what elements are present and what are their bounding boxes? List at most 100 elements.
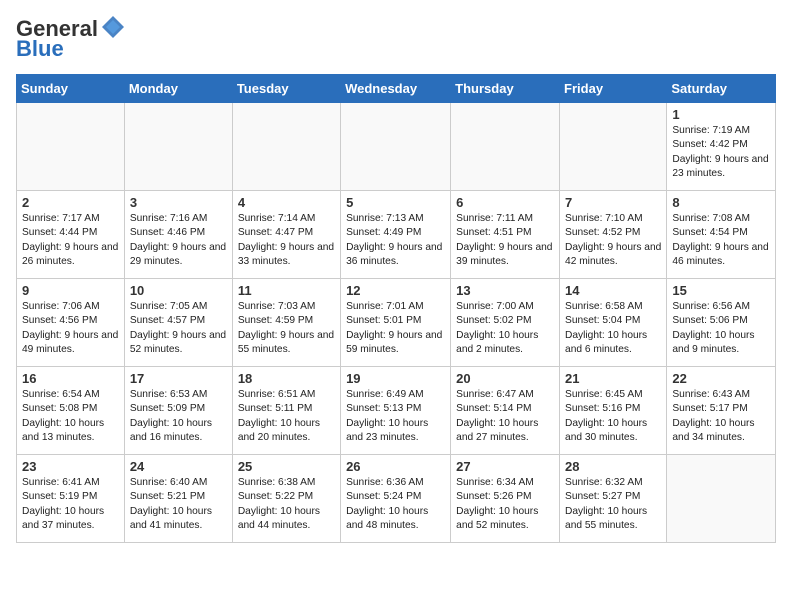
day-number: 20 — [456, 371, 554, 386]
col-header-saturday: Saturday — [667, 75, 776, 103]
day-info: Sunrise: 6:49 AM Sunset: 5:13 PM Dayligh… — [346, 388, 445, 445]
calendar-cell: 5Sunrise: 7:13 AM Sunset: 4:49 PM Daylig… — [341, 191, 451, 279]
day-info: Sunrise: 7:06 AM Sunset: 4:56 PM Dayligh… — [22, 300, 119, 357]
col-header-friday: Friday — [560, 75, 667, 103]
calendar-cell — [232, 103, 340, 191]
day-number: 17 — [130, 371, 227, 386]
day-info: Sunrise: 7:01 AM Sunset: 5:01 PM Dayligh… — [346, 300, 445, 357]
page-header: General Blue — [16, 16, 776, 62]
calendar-cell: 13 Sunrise: 7:00 AM Sunset: 5:02 PM Dayli… — [451, 279, 560, 367]
day-info: Sunrise: 7:08 AM Sunset: 4:54 PM Dayligh… — [672, 212, 770, 269]
day-info: Sunrise: 6:38 AM Sunset: 5:22 PM Dayligh… — [238, 476, 335, 533]
day-info: Sunrise: 7:17 AM Sunset: 4:44 PM Dayligh… — [22, 212, 119, 269]
calendar-cell: 15 Sunrise: 6:56 AM Sunset: 5:06 PM Dayli… — [667, 279, 776, 367]
col-header-wednesday: Wednesday — [341, 75, 451, 103]
day-number: 27 — [456, 459, 554, 474]
day-info: Sunrise: 6:45 AM Sunset: 5:16 PM Dayligh… — [565, 388, 661, 445]
calendar-cell — [667, 455, 776, 543]
day-number: 6 — [456, 195, 554, 210]
day-number: 9 — [22, 283, 119, 298]
calendar-cell: 4 Sunrise: 7:14 AM Sunset: 4:47 PM Daylig… — [232, 191, 340, 279]
calendar-cell: 18 Sunrise: 6:51 AM Sunset: 5:11 PM Dayli… — [232, 367, 340, 455]
day-number: 5 — [346, 195, 445, 210]
day-number: 19 — [346, 371, 445, 386]
day-info: Sunrise: 7:05 AM Sunset: 4:57 PM Dayligh… — [130, 300, 227, 357]
day-number: 25 — [238, 459, 335, 474]
calendar-cell: 25 Sunrise: 6:38 AM Sunset: 5:22 PM Dayli… — [232, 455, 340, 543]
day-info: Sunrise: 7:16 AM Sunset: 4:46 PM Dayligh… — [130, 212, 227, 269]
day-info: Sunrise: 6:54 AM Sunset: 5:08 PM Dayligh… — [22, 388, 119, 445]
day-info: Sunrise: 7:10 AM Sunset: 4:52 PM Dayligh… — [565, 212, 661, 269]
day-info: Sunrise: 6:34 AM Sunset: 5:26 PM Dayligh… — [456, 476, 554, 533]
calendar-cell — [341, 103, 451, 191]
calendar-cell: 12 Sunrise: 7:01 AM Sunset: 5:01 PM Dayli… — [341, 279, 451, 367]
logo: General Blue — [16, 16, 126, 62]
calendar-cell: 21 Sunrise: 6:45 AM Sunset: 5:16 PM Dayli… — [560, 367, 667, 455]
day-info: Sunrise: 6:53 AM Sunset: 5:09 PM Dayligh… — [130, 388, 227, 445]
calendar-table: SundayMondayTuesdayWednesdayThursdayFrid… — [16, 74, 776, 543]
day-info: Sunrise: 6:51 AM Sunset: 5:11 PM Dayligh… — [238, 388, 335, 445]
col-header-thursday: Thursday — [451, 75, 560, 103]
day-info: Sunrise: 6:47 AM Sunset: 5:14 PM Dayligh… — [456, 388, 554, 445]
calendar-cell: 9 Sunrise: 7:06 AM Sunset: 4:56 PM Daylig… — [17, 279, 125, 367]
calendar-cell: 3 Sunrise: 7:16 AM Sunset: 4:46 PM Daylig… — [124, 191, 232, 279]
day-number: 24 — [130, 459, 227, 474]
calendar-cell: 28 Sunrise: 6:32 AM Sunset: 5:27 PM Dayli… — [560, 455, 667, 543]
calendar-cell: 23 Sunrise: 6:41 AM Sunset: 5:19 PM Dayli… — [17, 455, 125, 543]
calendar-cell: 26 Sunrise: 6:36 AM Sunset: 5:24 PM Dayli… — [341, 455, 451, 543]
calendar-cell: 11 Sunrise: 7:03 AM Sunset: 4:59 PM Dayli… — [232, 279, 340, 367]
calendar-cell: 1 Sunrise: 7:19 AM Sunset: 4:42 PM Daylig… — [667, 103, 776, 191]
day-info: Sunrise: 7:19 AM Sunset: 4:42 PM Dayligh… — [672, 124, 770, 181]
day-number: 1 — [672, 107, 770, 122]
calendar-cell: 22 Sunrise: 6:43 AM Sunset: 5:17 PM Dayli… — [667, 367, 776, 455]
day-info: Sunrise: 6:56 AM Sunset: 5:06 PM Dayligh… — [672, 300, 770, 357]
calendar-cell: 6 Sunrise: 7:11 AM Sunset: 4:51 PM Daylig… — [451, 191, 560, 279]
day-info: Sunrise: 6:32 AM Sunset: 5:27 PM Dayligh… — [565, 476, 661, 533]
col-header-monday: Monday — [124, 75, 232, 103]
day-number: 2 — [22, 195, 119, 210]
calendar-cell: 14 Sunrise: 6:58 AM Sunset: 5:04 PM Dayli… — [560, 279, 667, 367]
calendar-cell — [17, 103, 125, 191]
day-number: 3 — [130, 195, 227, 210]
day-number: 18 — [238, 371, 335, 386]
calendar-cell: 8 Sunrise: 7:08 AM Sunset: 4:54 PM Daylig… — [667, 191, 776, 279]
day-number: 15 — [672, 283, 770, 298]
calendar-cell: 10 Sunrise: 7:05 AM Sunset: 4:57 PM Dayli… — [124, 279, 232, 367]
day-number: 22 — [672, 371, 770, 386]
logo-icon — [100, 14, 126, 40]
day-info: Sunrise: 6:43 AM Sunset: 5:17 PM Dayligh… — [672, 388, 770, 445]
day-number: 10 — [130, 283, 227, 298]
day-info: Sunrise: 6:36 AM Sunset: 5:24 PM Dayligh… — [346, 476, 445, 533]
calendar-cell: 2 Sunrise: 7:17 AM Sunset: 4:44 PM Daylig… — [17, 191, 125, 279]
day-number: 23 — [22, 459, 119, 474]
day-info: Sunrise: 7:03 AM Sunset: 4:59 PM Dayligh… — [238, 300, 335, 357]
calendar-cell: 27 Sunrise: 6:34 AM Sunset: 5:26 PM Dayli… — [451, 455, 560, 543]
calendar-cell: 7 Sunrise: 7:10 AM Sunset: 4:52 PM Daylig… — [560, 191, 667, 279]
calendar-cell — [124, 103, 232, 191]
day-number: 26 — [346, 459, 445, 474]
day-number: 11 — [238, 283, 335, 298]
day-info: Sunrise: 6:41 AM Sunset: 5:19 PM Dayligh… — [22, 476, 119, 533]
day-info: Sunrise: 7:00 AM Sunset: 5:02 PM Dayligh… — [456, 300, 554, 357]
day-number: 8 — [672, 195, 770, 210]
day-number: 21 — [565, 371, 661, 386]
day-info: Sunrise: 7:14 AM Sunset: 4:47 PM Dayligh… — [238, 212, 335, 269]
calendar-cell — [451, 103, 560, 191]
day-number: 7 — [565, 195, 661, 210]
day-number: 16 — [22, 371, 119, 386]
day-info: Sunrise: 6:58 AM Sunset: 5:04 PM Dayligh… — [565, 300, 661, 357]
calendar-cell: 17 Sunrise: 6:53 AM Sunset: 5:09 PM Dayli… — [124, 367, 232, 455]
day-info: Sunrise: 6:40 AM Sunset: 5:21 PM Dayligh… — [130, 476, 227, 533]
calendar-cell — [560, 103, 667, 191]
day-number: 4 — [238, 195, 335, 210]
calendar-cell: 24 Sunrise: 6:40 AM Sunset: 5:21 PM Dayli… — [124, 455, 232, 543]
day-number: 13 — [456, 283, 554, 298]
calendar-cell: 16 Sunrise: 6:54 AM Sunset: 5:08 PM Dayli… — [17, 367, 125, 455]
day-number: 14 — [565, 283, 661, 298]
calendar-cell: 20 Sunrise: 6:47 AM Sunset: 5:14 PM Dayli… — [451, 367, 560, 455]
day-number: 28 — [565, 459, 661, 474]
day-info: Sunrise: 7:11 AM Sunset: 4:51 PM Dayligh… — [456, 212, 554, 269]
day-number: 12 — [346, 283, 445, 298]
col-header-sunday: Sunday — [17, 75, 125, 103]
calendar-cell: 19 Sunrise: 6:49 AM Sunset: 5:13 PM Dayli… — [341, 367, 451, 455]
